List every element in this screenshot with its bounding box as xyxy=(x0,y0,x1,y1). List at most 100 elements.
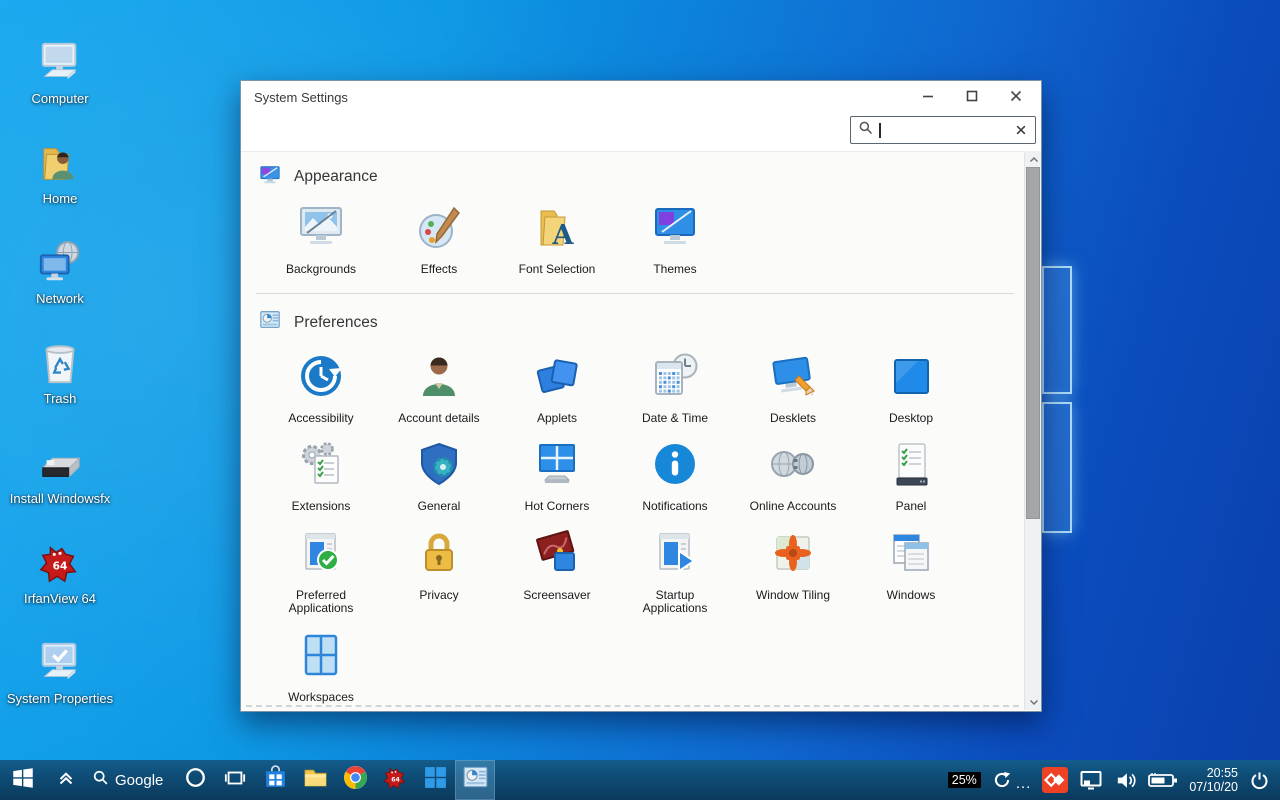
settings-item-privacy[interactable]: Privacy xyxy=(380,529,498,616)
tray-overflow-dots[interactable]: ... xyxy=(1016,775,1032,792)
settings-item-account-details[interactable]: Account details xyxy=(380,352,498,426)
date-time-icon xyxy=(651,352,699,405)
notifications-icon xyxy=(651,440,699,493)
chevron-up-button[interactable] xyxy=(46,760,86,800)
anydesk-icon[interactable] xyxy=(1042,767,1068,793)
store-icon xyxy=(263,765,288,795)
home-folder-icon xyxy=(37,140,83,186)
power-icon[interactable] xyxy=(1249,770,1270,791)
settings-item-online-accounts[interactable]: Online Accounts xyxy=(734,440,852,514)
settings-item-label: Account details xyxy=(391,412,487,426)
settings-item-font-selection[interactable]: AFont Selection xyxy=(498,203,616,277)
settings-item-preferred-applications[interactable]: Preferred Applications xyxy=(262,529,380,616)
close-icon xyxy=(1008,88,1024,107)
section-header-preferences: Preferences xyxy=(241,310,1024,336)
desktop-icon-install-windowsfx[interactable]: Install Windowsfx xyxy=(0,440,120,540)
minimize-button[interactable] xyxy=(913,85,943,111)
task-view-button[interactable] xyxy=(215,760,255,800)
settings-window-icon xyxy=(462,764,489,796)
startup-applications-icon xyxy=(651,529,699,582)
settings-item-label: Panel xyxy=(863,500,959,514)
search-white-icon xyxy=(92,769,109,791)
close-button[interactable] xyxy=(1001,85,1031,111)
section-title: Appearance xyxy=(294,168,378,186)
desktop-icon-label: Computer xyxy=(31,91,88,106)
settings-item-date-time[interactable]: Date & Time xyxy=(616,352,734,426)
settings-item-label: Accessibility xyxy=(273,412,369,426)
workspaces-icon xyxy=(297,631,345,684)
window-titlebar[interactable]: System Settings xyxy=(241,81,1041,114)
start-button[interactable] xyxy=(0,760,46,800)
font-selection-icon: A xyxy=(533,203,581,256)
settings-item-effects[interactable]: Effects xyxy=(380,203,498,277)
settings-item-label: Windows xyxy=(863,589,959,603)
settings-item-label: Online Accounts xyxy=(745,500,841,514)
text-caret xyxy=(879,123,881,138)
taskbar-search-label: Google xyxy=(115,772,163,789)
windowsfx-menu-button[interactable] xyxy=(415,760,455,800)
settings-item-desktop[interactable]: Desktop xyxy=(852,352,970,426)
irfanview-taskbar-button[interactable]: 64 xyxy=(375,760,415,800)
settings-item-panel[interactable]: Panel xyxy=(852,440,970,514)
maximize-button[interactable] xyxy=(957,85,987,111)
desktop-icon-network[interactable]: Network xyxy=(0,240,120,340)
desktop-icon-computer[interactable]: Computer xyxy=(0,40,120,140)
battery-icon[interactable] xyxy=(1148,772,1178,788)
section-grid-preferences: Accessibility Account details AppletsDate … xyxy=(262,352,974,711)
desktop-icon-label: IrfanView 64 xyxy=(24,591,96,606)
settings-item-hot-corners[interactable]: Hot Corners xyxy=(498,440,616,514)
extensions-icon xyxy=(297,440,345,493)
settings-item-accessibility[interactable]: Accessibility xyxy=(262,352,380,426)
clock[interactable]: 20:55 07/10/20 xyxy=(1189,766,1238,794)
scroll-down-button[interactable] xyxy=(1026,694,1041,709)
windowsfx-icon xyxy=(423,765,448,795)
settings-item-label: Privacy xyxy=(391,589,487,603)
svg-text:A: A xyxy=(552,220,575,251)
file-explorer-button[interactable] xyxy=(295,760,335,800)
desktop-icon-label: Trash xyxy=(44,391,77,406)
clear-search-button[interactable] xyxy=(1014,123,1028,137)
settings-item-extensions[interactable]: Extensions xyxy=(262,440,380,514)
section-header-appearance: Appearance xyxy=(241,164,1024,190)
settings-item-screensaver[interactable]: Screensaver xyxy=(498,529,616,616)
settings-item-general[interactable]: General xyxy=(380,440,498,514)
window-tiling-icon xyxy=(769,529,817,582)
svg-text:64: 64 xyxy=(53,561,68,573)
scrollbar[interactable] xyxy=(1024,151,1041,710)
settings-item-windows[interactable]: Windows xyxy=(852,529,970,616)
general-icon xyxy=(415,440,463,493)
system-settings-taskbar-button[interactable] xyxy=(455,760,495,800)
settings-item-startup-applications[interactable]: Startup Applications xyxy=(616,529,734,616)
battery-percentage-badge[interactable]: 25% xyxy=(948,772,981,788)
wallpaper-windows-logo xyxy=(1042,402,1072,533)
network-icon xyxy=(37,240,83,286)
settings-item-workspaces[interactable]: Workspaces xyxy=(262,631,380,705)
volume-icon[interactable] xyxy=(1114,769,1137,792)
desktop-icon-irfanview-64[interactable]: 64 IrfanView 64 xyxy=(0,540,120,640)
settings-item-label: Notifications xyxy=(627,500,723,514)
taskbar-search[interactable]: Google xyxy=(86,760,175,800)
windows-icon xyxy=(887,529,935,582)
settings-item-backgrounds[interactable]: Backgrounds xyxy=(262,203,380,277)
settings-item-themes[interactable]: Themes xyxy=(616,203,734,277)
display-icon[interactable] xyxy=(1079,768,1103,792)
chrome-button[interactable] xyxy=(335,760,375,800)
scrollbar-thumb[interactable] xyxy=(1026,167,1040,519)
store-button[interactable] xyxy=(255,760,295,800)
cortana-button[interactable] xyxy=(175,760,215,800)
bottom-resize-hint xyxy=(246,705,1019,707)
settings-item-desklets[interactable]: Desklets xyxy=(734,352,852,426)
settings-item-notifications[interactable]: Notifications xyxy=(616,440,734,514)
settings-item-window-tiling[interactable]: Window Tiling xyxy=(734,529,852,616)
desktop-icon-home[interactable]: Home xyxy=(0,140,120,240)
desktop-icon-system-properties[interactable]: System Properties xyxy=(0,640,120,740)
window-controls xyxy=(899,85,1031,111)
settings-item-applets[interactable]: Applets xyxy=(498,352,616,426)
desktop-icon-trash[interactable]: Trash xyxy=(0,340,120,440)
chrome-icon xyxy=(343,765,368,795)
desktop-icon-label: Install Windowsfx xyxy=(10,491,110,506)
scroll-up-button[interactable] xyxy=(1026,152,1041,167)
search-input[interactable] xyxy=(850,116,1036,144)
settings-item-label: Themes xyxy=(627,263,723,277)
sync-icon[interactable] xyxy=(992,770,1012,790)
